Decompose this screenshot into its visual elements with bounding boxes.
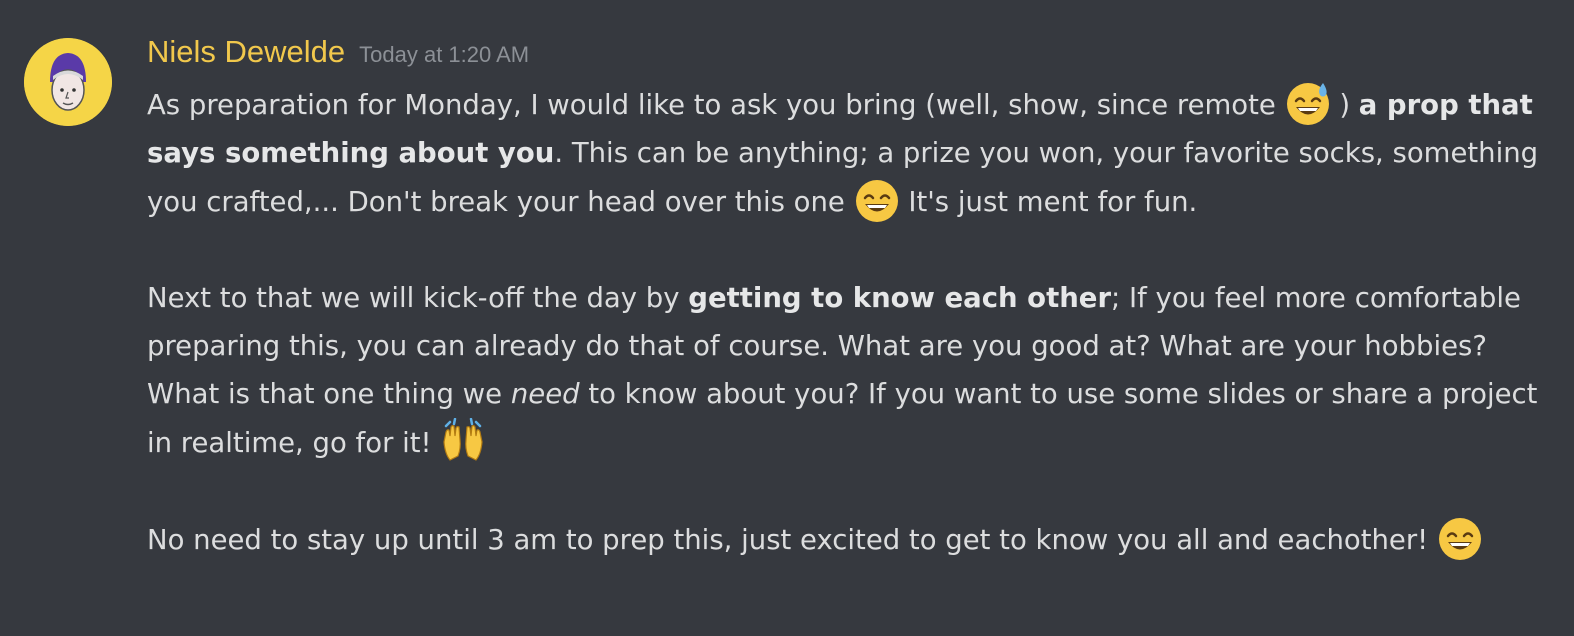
- message-paragraph: No need to stay up until 3 am to prep th…: [147, 515, 1547, 564]
- message-body: As preparation for Monday, I would like …: [147, 80, 1547, 564]
- message-header: Niels Dewelde Today at 1:20 AM: [147, 34, 529, 78]
- message-paragraph: As preparation for Monday, I would like …: [147, 80, 1547, 226]
- bold-text: getting to know each other: [688, 282, 1112, 314]
- author-name[interactable]: Niels Dewelde: [147, 34, 345, 69]
- sweat-smile-emoji-icon[interactable]: [1285, 80, 1331, 126]
- chat-message: Niels Dewelde Today at 1:20 AM As prepara…: [0, 0, 1574, 636]
- italic-text: need: [510, 378, 580, 410]
- text-span: As preparation for Monday, I would like …: [147, 89, 1285, 121]
- text-span: ): [1330, 89, 1359, 121]
- text-span: No need to stay up until 3 am to prep th…: [147, 524, 1437, 556]
- text-span: It's just ment for fun.: [899, 186, 1198, 218]
- smile-emoji-icon[interactable]: [1437, 515, 1483, 561]
- text-span: Next to that we will kick-off the day by: [147, 282, 689, 314]
- message-timestamp[interactable]: Today at 1:20 AM: [359, 42, 529, 67]
- smile-emoji-icon[interactable]: [854, 177, 900, 223]
- message-paragraph: Next to that we will kick-off the day by…: [147, 274, 1547, 467]
- raising-hands-emoji-icon[interactable]: [440, 418, 486, 464]
- user-avatar-icon[interactable]: [24, 38, 112, 126]
